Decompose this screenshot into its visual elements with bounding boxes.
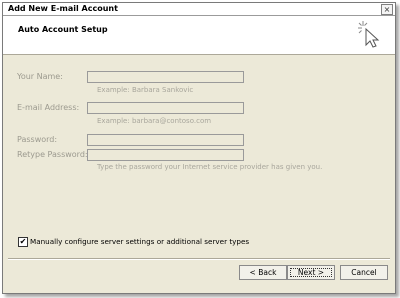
close-button[interactable]: × <box>381 4 393 15</box>
email-address-input[interactable] <box>87 102 244 114</box>
your-name-input[interactable] <box>87 71 244 83</box>
mouse-cursor-sparkle-icon <box>358 21 380 48</box>
password-label: Password: <box>17 135 58 144</box>
title-bar: Add New E-mail Account × <box>3 3 395 16</box>
retype-password-label: Retype Password: <box>17 150 88 159</box>
retype-password-input[interactable] <box>87 149 244 161</box>
checkmark-icon: ✔ <box>19 237 27 246</box>
close-icon: × <box>383 5 391 14</box>
email-address-label: E-mail Address: <box>17 103 80 112</box>
password-hint: Type the password your Internet service … <box>97 163 323 171</box>
footer-divider <box>8 258 390 260</box>
focus-ring <box>290 268 332 277</box>
wizard-header: Auto Account Setup <box>3 16 395 55</box>
page-title: Auto Account Setup <box>18 25 108 34</box>
manual-config-label: Manually configure server settings or ad… <box>30 237 250 246</box>
your-name-example: Example: Barbara Sankovic <box>97 86 194 94</box>
cancel-button[interactable]: Cancel <box>340 265 388 280</box>
window-title: Add New E-mail Account <box>8 4 118 13</box>
manual-config-checkbox[interactable]: ✔ <box>18 237 28 247</box>
add-new-email-account-dialog: Add New E-mail Account × Auto Account Se… <box>2 2 396 294</box>
next-button[interactable]: Next > <box>287 265 335 280</box>
your-name-label: Your Name: <box>17 72 63 81</box>
back-button[interactable]: < Back <box>239 265 287 280</box>
account-form: Your Name: Example: Barbara Sankovic E-m… <box>3 55 395 260</box>
email-address-example: Example: barbara@contoso.com <box>97 117 212 125</box>
password-input[interactable] <box>87 134 244 146</box>
